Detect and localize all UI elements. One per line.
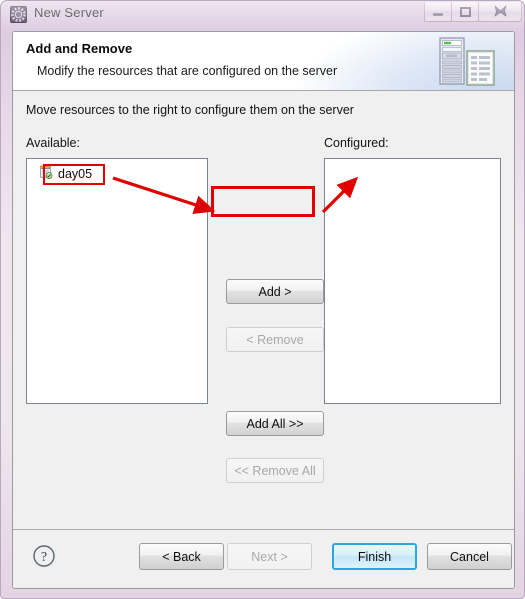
window-controls <box>424 2 522 23</box>
new-server-dialog-window: New Server Add and Remove Modify the res… <box>0 0 525 599</box>
next-button[interactable]: Next > <box>227 543 312 570</box>
remove-button[interactable]: < Remove <box>226 327 324 352</box>
list-item[interactable]: day05 <box>39 165 92 182</box>
configured-label: Configured: <box>324 136 389 150</box>
page-title: Add and Remove <box>26 41 133 56</box>
title-bar[interactable]: New Server <box>1 1 524 29</box>
wizard-banner: Add and Remove Modify the resources that… <box>13 32 514 91</box>
page-subtitle: Modify the resources that are configured… <box>37 64 338 78</box>
add-button[interactable]: Add > <box>226 279 324 304</box>
add-all-button[interactable]: Add All >> <box>226 411 324 436</box>
available-listbox[interactable]: day05 <box>26 158 208 404</box>
minimize-icon[interactable] <box>424 2 452 22</box>
server-gear-icon <box>10 6 27 23</box>
close-icon[interactable] <box>478 2 522 22</box>
server-rack-document-icon <box>438 36 500 88</box>
window-title: New Server <box>34 5 104 20</box>
available-label: Available: <box>26 136 80 150</box>
dialog-client-area: Add and Remove Modify the resources that… <box>12 31 515 589</box>
dialog-body: Move resources to the right to configure… <box>13 91 514 529</box>
svg-text:?: ? <box>41 550 47 565</box>
finish-button[interactable]: Finish <box>332 543 417 570</box>
remove-all-button[interactable]: << Remove All <box>226 458 324 483</box>
dialog-footer: ? < Back Next > Finish Cancel <box>13 529 514 588</box>
maximize-icon[interactable] <box>451 2 479 22</box>
help-question-icon[interactable]: ? <box>32 544 56 568</box>
cancel-button[interactable]: Cancel <box>427 543 512 570</box>
configured-listbox[interactable] <box>324 158 501 404</box>
instruction-text: Move resources to the right to configure… <box>26 103 354 117</box>
back-button[interactable]: < Back <box>139 543 224 570</box>
list-item-label: day05 <box>58 166 93 181</box>
web-project-icon <box>39 165 53 182</box>
